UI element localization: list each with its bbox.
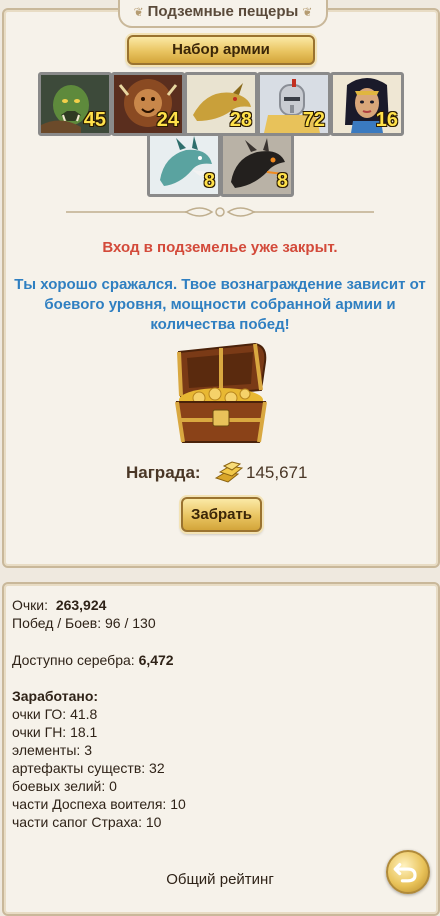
unit-slot-ice-dragon[interactable]: 8 — [147, 133, 221, 197]
earned-item: боевых зелий: 0 — [12, 778, 117, 794]
earned-item: очки ГО: 41.8 — [12, 706, 98, 722]
unit-count: 28 — [229, 109, 252, 131]
silver-label: Доступно серебра: — [12, 652, 135, 668]
unit-count: 16 — [375, 109, 398, 131]
claim-reward-button[interactable]: Забрать — [181, 497, 262, 532]
reward-amount: 145,671 — [246, 463, 308, 482]
earned-item: части Доспеха воителя: 10 — [12, 796, 186, 812]
points-label: Очки: — [12, 597, 49, 613]
unit-count: 8 — [276, 170, 288, 192]
earned-item: элементы: 3 — [12, 742, 92, 758]
unit-count: 8 — [203, 170, 215, 192]
title-ornament-right-icon: ❦ — [302, 5, 313, 19]
unit-slot-golden-dragon[interactable]: 28 — [184, 72, 258, 136]
ornament-divider — [66, 207, 374, 217]
unit-slot-lion[interactable]: 24 — [111, 72, 185, 136]
dungeon-closed-message: Вход в подземелье уже закрыт. — [102, 239, 338, 256]
points-line: Очки: 263,924 — [12, 597, 106, 613]
unit-count: 45 — [83, 109, 106, 131]
title-ornament-left-icon: ❦ — [133, 5, 144, 19]
points-value: 263,924 — [55, 597, 107, 613]
overall-rating-title[interactable]: Общий рейтинг — [0, 871, 440, 888]
page-title: Подземные пещеры — [147, 3, 299, 20]
unit-slot-orc[interactable]: 45 — [38, 72, 112, 136]
earned-heading: Заработано: — [12, 688, 99, 704]
unit-slot-knight[interactable]: 72 — [257, 72, 331, 136]
unit-count: 72 — [302, 109, 325, 131]
unit-slot-queen[interactable]: 16 — [330, 72, 404, 136]
back-button[interactable] — [386, 850, 430, 894]
unit-slot-black-dragon[interactable]: 8 — [220, 133, 294, 197]
silver-line: Доступно серебра: 6,472 — [12, 652, 174, 668]
treasure-chest-icon — [175, 342, 267, 443]
earned-item: очки ГН: 18.1 — [12, 724, 98, 740]
panel-title-plate: ❦ Подземные пещеры ❦ — [118, 0, 328, 28]
reward-info-message: Ты хорошо сражался. Твое вознаграждение … — [14, 276, 426, 333]
return-arrow-icon — [393, 863, 417, 883]
reward-label: Награда: — [126, 463, 201, 482]
wins-battles-line: Побед / Боев: 96 / 130 — [12, 615, 156, 631]
silver-value: 6,472 — [138, 652, 174, 668]
earned-item: артефакты существ: 32 — [12, 760, 165, 776]
earned-item: части сапог Страха: 10 — [12, 814, 162, 830]
silver-bars-icon — [214, 461, 244, 483]
unit-count: 24 — [156, 109, 179, 131]
army-recruit-button[interactable]: Набор армии — [127, 35, 315, 65]
